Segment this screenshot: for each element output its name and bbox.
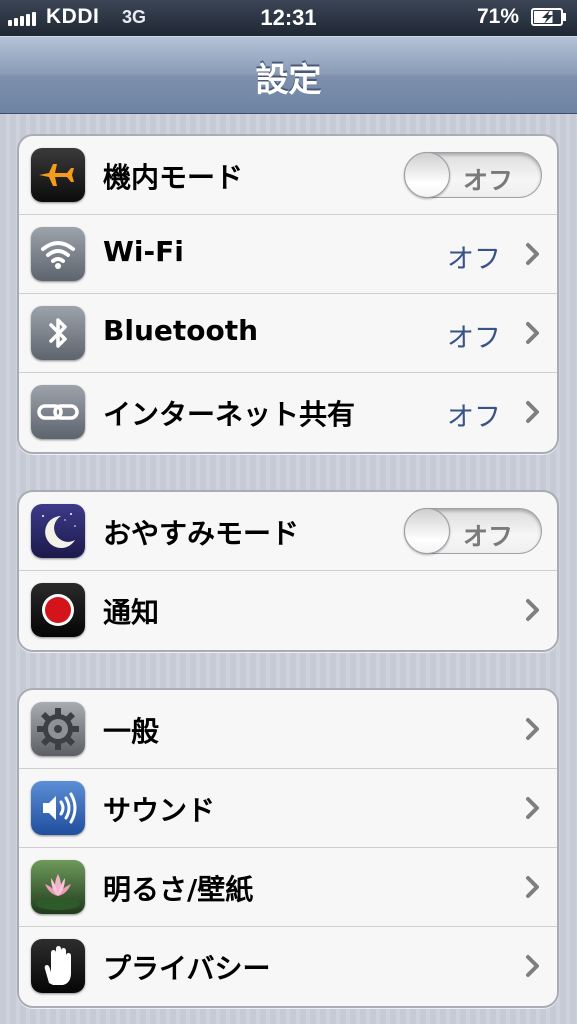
toggle-state-label: オフ (463, 166, 514, 195)
settings-row-bluetooth[interactable]: Bluetooth オフ (19, 294, 557, 373)
chevron-right-icon (526, 718, 539, 740)
page-title: 設定 (255, 60, 322, 99)
settings-group-device: 一般 サウンド 明るさ/壁紙 プライバシー (17, 688, 559, 1008)
settings-row-notifications[interactable]: 通知 (19, 571, 557, 650)
battery-percent: 71% (476, 5, 519, 28)
status-bar: KDDI 3G 12:31 71% (0, 0, 577, 36)
settings-row-general[interactable]: 一般 (19, 690, 557, 769)
settings-row-label: 一般 (103, 715, 160, 748)
do-not-disturb-toggle[interactable]: オフ (404, 508, 542, 554)
settings-row-label: サウンド (103, 794, 216, 827)
settings-row-label: 明るさ/壁紙 (103, 873, 254, 906)
chevron-right-icon (526, 876, 539, 898)
chevron-right-icon (526, 599, 539, 621)
bluetooth-icon (31, 306, 85, 360)
airplane-mode-toggle[interactable]: オフ (404, 152, 542, 198)
hotspot-status-value: オフ (447, 402, 501, 433)
chevron-right-icon (526, 243, 539, 265)
settings-row-label: 機内モード (103, 161, 244, 194)
settings-row-label: インターネット共有 (103, 398, 356, 431)
settings-group-notifications: おやすみモード オフ 通知 (17, 490, 559, 652)
flower-icon (31, 860, 85, 914)
settings-row-label: Wi-Fi (103, 235, 184, 268)
battery-charging-icon (531, 8, 566, 26)
speaker-icon (31, 781, 85, 835)
airplane-icon (31, 148, 85, 202)
settings-row-airplane-mode[interactable]: 機内モード オフ (19, 136, 557, 215)
toggle-state-label: オフ (463, 522, 514, 551)
hotspot-icon (31, 385, 85, 439)
chevron-right-icon (526, 955, 539, 977)
settings-row-label: Bluetooth (103, 314, 259, 347)
hand-icon (31, 939, 85, 993)
settings-row-label: プライバシー (103, 952, 271, 985)
settings-group-connectivity: 機内モード オフ Wi-Fi オフ Bluetooth オフ インターネット共有… (17, 134, 559, 454)
settings-row-label: 通知 (103, 596, 160, 629)
settings-row-wifi[interactable]: Wi-Fi オフ (19, 215, 557, 294)
gear-icon (31, 702, 85, 756)
chevron-right-icon (526, 797, 539, 819)
settings-row-do-not-disturb[interactable]: おやすみモード オフ (19, 492, 557, 571)
bluetooth-status-value: オフ (447, 323, 501, 354)
settings-row-privacy[interactable]: プライバシー (19, 927, 557, 1006)
chevron-right-icon (526, 401, 539, 423)
toggle-knob[interactable] (404, 508, 450, 554)
notification-icon (31, 583, 85, 637)
toggle-knob[interactable] (404, 152, 450, 198)
settings-row-sounds[interactable]: サウンド (19, 769, 557, 848)
wifi-icon (31, 227, 85, 281)
settings-row-brightness-wallpaper[interactable]: 明るさ/壁紙 (19, 848, 557, 927)
settings-row-label: おやすみモード (103, 517, 300, 550)
wifi-status-value: オフ (447, 244, 501, 275)
moon-icon (31, 504, 85, 558)
navigation-bar: 設定 (0, 36, 577, 114)
chevron-right-icon (526, 322, 539, 344)
settings-row-personal-hotspot[interactable]: インターネット共有 オフ (19, 373, 557, 452)
